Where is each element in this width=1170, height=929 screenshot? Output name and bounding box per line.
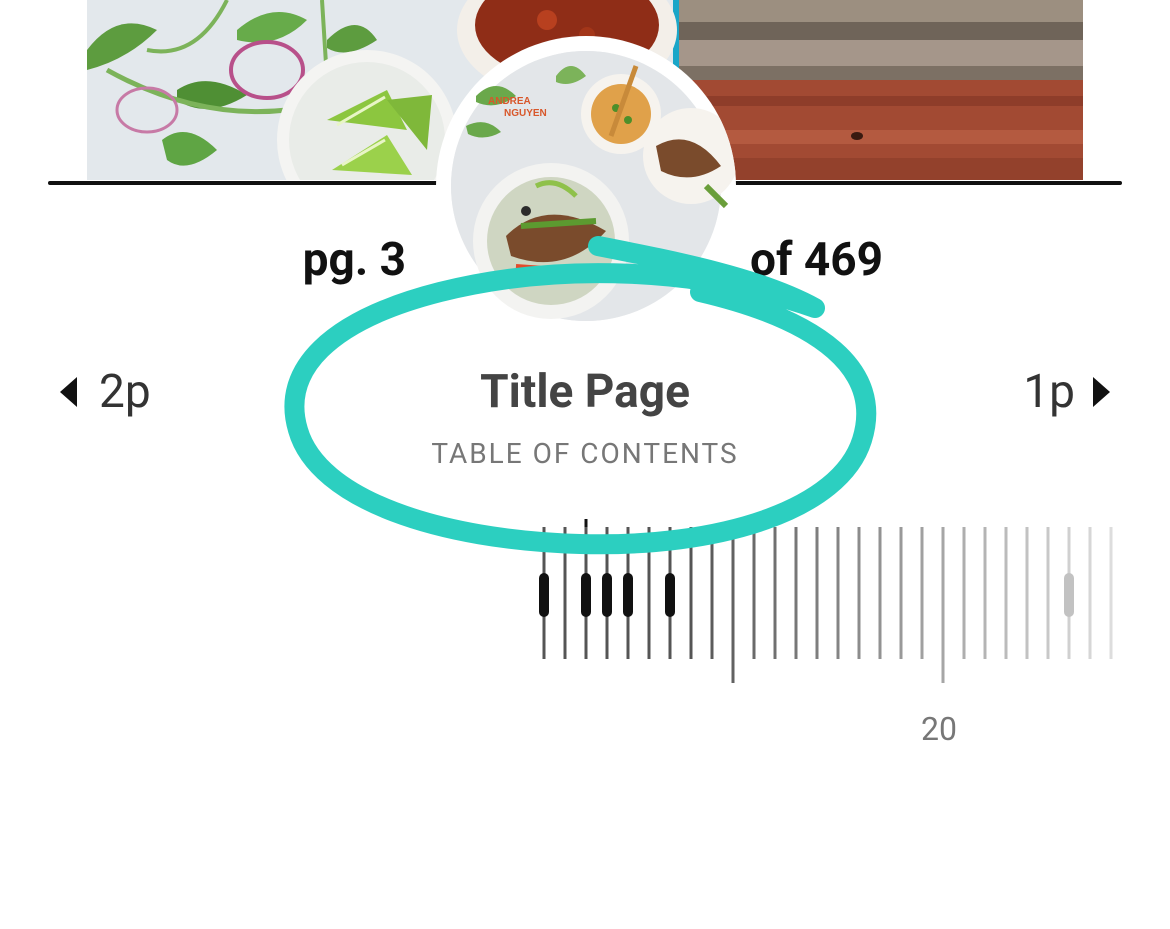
section-title: Title Page: [480, 365, 690, 419]
page-ruler-scrubber[interactable]: [530, 515, 1130, 695]
thumbnail-author-line1: ANDREA: [488, 96, 531, 107]
ruler-bookmark-marker[interactable]: [539, 573, 549, 617]
ruler-bookmark-marker[interactable]: [602, 573, 612, 617]
ruler-bookmark-marker[interactable]: [665, 573, 675, 617]
book-cover-thumbnail[interactable]: ANDREA NGUYEN: [436, 36, 736, 336]
current-page-label: pg. 3: [302, 233, 406, 287]
total-pages-label: of 469: [750, 233, 884, 287]
reader-scrubber-screen: ANDREA NGUYEN pg. 3 of 469 2p 1p Title P…: [0, 0, 1170, 929]
thumbnail-author-line2: NGUYEN: [504, 108, 547, 119]
section-subtitle: TABLE OF CONTENTS: [431, 437, 739, 470]
ruler-bookmark-marker[interactable]: [581, 573, 591, 617]
ruler-highlight-marker[interactable]: [1064, 573, 1074, 617]
ruler-tick-label: 20: [921, 710, 957, 748]
ruler-bookmark-marker[interactable]: [623, 573, 633, 617]
